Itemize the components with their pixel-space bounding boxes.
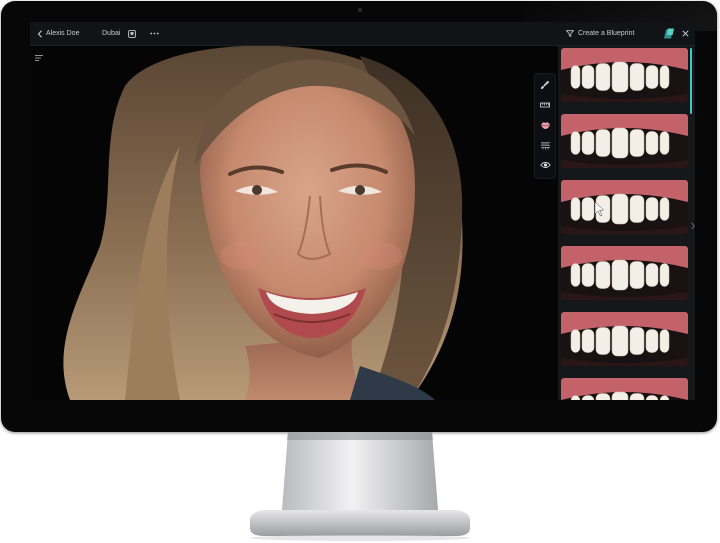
monitor-stand (250, 432, 470, 541)
